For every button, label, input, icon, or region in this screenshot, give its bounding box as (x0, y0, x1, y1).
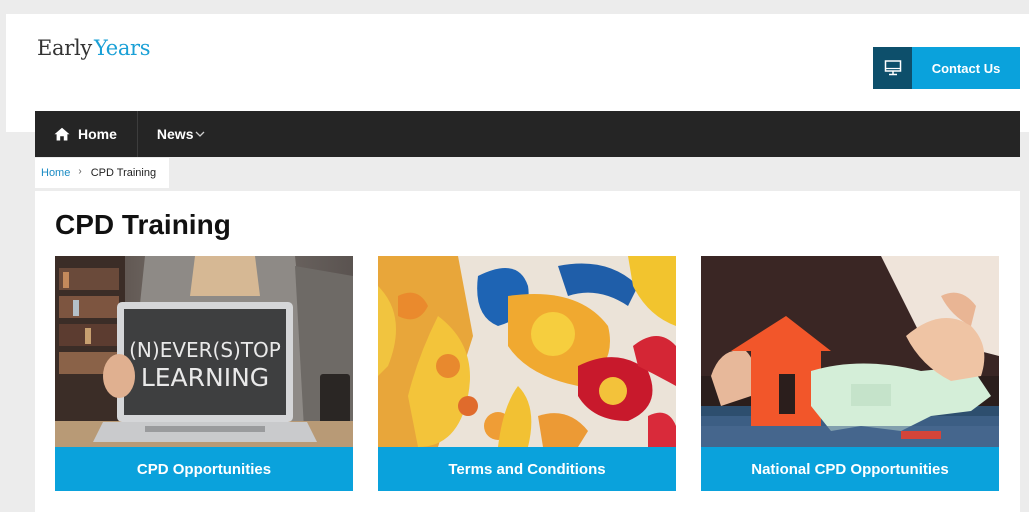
image-text-line1: (N)EVER(S)TOP (129, 338, 281, 362)
painting-image (378, 256, 676, 447)
breadcrumb-current: CPD Training (90, 167, 157, 179)
site-logo[interactable]: EarlyYears (37, 36, 151, 60)
logo-text-years: Years (93, 36, 151, 60)
card-label: Terms and Conditions (378, 447, 676, 491)
contact-us-button[interactable]: Contact Us (873, 47, 1020, 89)
breadcrumb-separator-icon: › (78, 165, 82, 177)
card-cpd-opportunities[interactable]: (N)EVER(S)TOP LEARNING CPD Opportunities (55, 256, 353, 492)
logo-text-early: Early (37, 36, 92, 60)
nav-home-label: Home (78, 126, 117, 142)
nav-news-label: News (156, 126, 194, 142)
nav-item-news[interactable]: News (138, 111, 206, 157)
nav-item-home[interactable]: Home (35, 111, 138, 157)
image-text-line2: LEARNING (141, 363, 269, 392)
top-band (0, 0, 1029, 14)
home-icon (54, 127, 70, 141)
card-national-cpd-opportunities[interactable]: National CPD Opportunities (701, 256, 999, 492)
card-terms-and-conditions[interactable]: Terms and Conditions (378, 256, 676, 492)
paper-house-craft-image (701, 256, 999, 447)
page-title: CPD Training (55, 209, 231, 240)
main-content: CPD Training (N)EVER(S)TOP LEARNING CPD … (35, 191, 1020, 512)
monitor-icon (873, 47, 912, 89)
breadcrumb: Home › CPD Training (35, 158, 170, 188)
card-label: CPD Opportunities (55, 447, 353, 491)
breadcrumb-home-link[interactable]: Home (41, 167, 70, 179)
chevron-down-icon (195, 130, 205, 138)
laptop-learning-image: (N)EVER(S)TOP LEARNING (55, 256, 353, 447)
card-label: National CPD Opportunities (701, 447, 999, 491)
contact-us-label: Contact Us (912, 47, 1020, 89)
main-nav: Home News (35, 111, 1020, 157)
